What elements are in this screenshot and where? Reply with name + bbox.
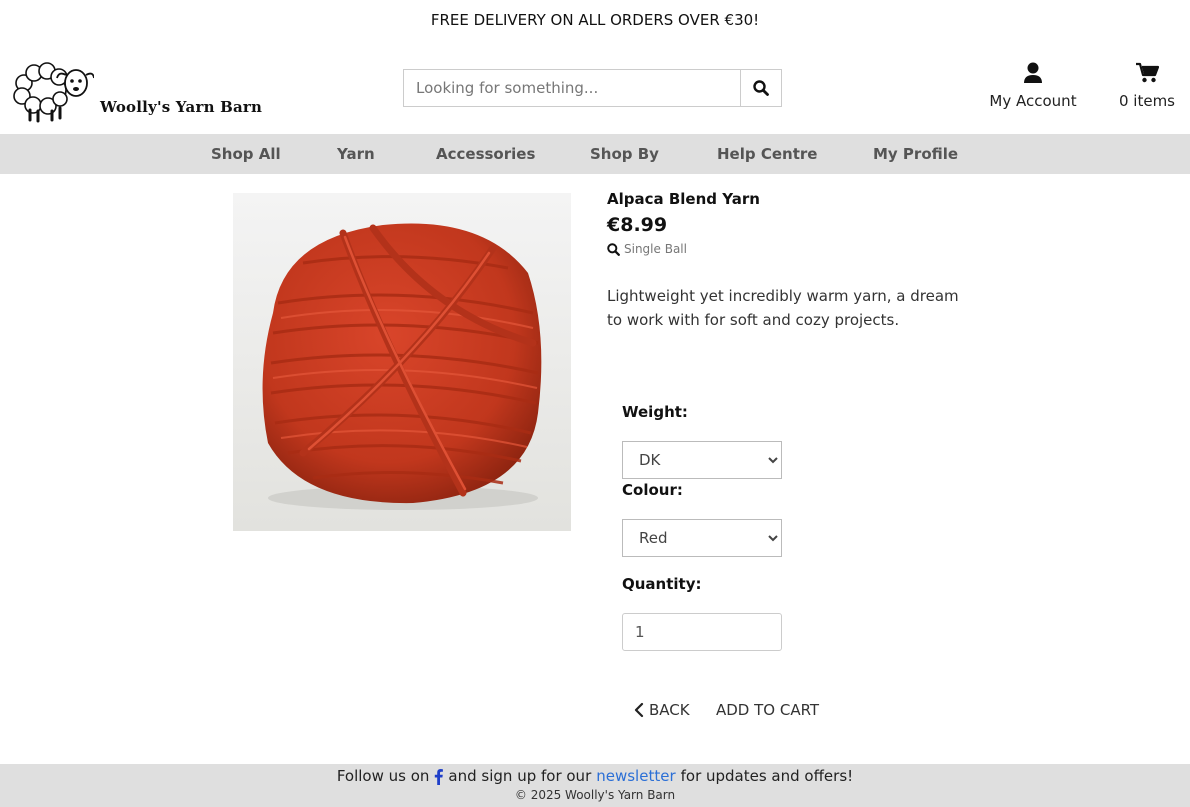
search-input[interactable] bbox=[404, 70, 740, 106]
newsletter-link[interactable]: newsletter bbox=[596, 767, 675, 785]
weight-label: Weight: bbox=[622, 403, 688, 421]
delivery-banner: FREE DELIVERY ON ALL ORDERS OVER €30! bbox=[430, 11, 760, 29]
nav-my-profile[interactable]: My Profile bbox=[873, 134, 958, 174]
product-size: Single Ball bbox=[607, 242, 967, 256]
back-button[interactable]: BACK bbox=[634, 698, 690, 722]
sheep-logo-icon bbox=[13, 62, 95, 123]
product-name: Alpaca Blend Yarn bbox=[607, 190, 760, 208]
site-logo[interactable]: Woolly's Yarn Barn bbox=[12, 56, 272, 124]
copyright-text: © 2025 Woolly's Yarn Barn bbox=[514, 788, 676, 802]
product-details: Alpaca Blend Yarn €8.99 Single Ball Ligh… bbox=[607, 190, 967, 332]
site-header: Woolly's Yarn Barn My Account 0 items bbox=[0, 40, 1190, 134]
site-footer: Follow us on and sign up for our newslet… bbox=[0, 764, 1190, 807]
facebook-icon[interactable] bbox=[434, 768, 444, 785]
nav-shop-all[interactable]: Shop All bbox=[211, 134, 281, 174]
colour-select[interactable]: Red bbox=[622, 519, 782, 557]
follow-middle: and sign up for our bbox=[448, 767, 592, 785]
back-label: BACK bbox=[649, 701, 690, 719]
nav-accessories[interactable]: Accessories bbox=[436, 134, 535, 174]
quantity-input[interactable] bbox=[622, 613, 782, 651]
add-to-cart-button[interactable]: ADD TO CART bbox=[716, 698, 819, 722]
product-image bbox=[233, 193, 571, 531]
nav-yarn[interactable]: Yarn bbox=[337, 134, 375, 174]
search-icon bbox=[753, 80, 769, 96]
product-description: Lightweight yet incredibly warm yarn, a … bbox=[607, 287, 959, 329]
nav-shop-by[interactable]: Shop By bbox=[590, 134, 659, 174]
my-account-label: My Account bbox=[989, 92, 1077, 110]
cart-count-label: 0 items bbox=[1118, 92, 1175, 110]
cart-link[interactable]: 0 items bbox=[1110, 62, 1184, 110]
nav-help-centre[interactable]: Help Centre bbox=[717, 134, 817, 174]
quantity-label: Quantity: bbox=[622, 575, 702, 593]
cart-icon bbox=[1136, 62, 1160, 83]
main-nav: Shop All Yarn Accessories Shop By Help C… bbox=[0, 134, 1190, 174]
follow-prefix: Follow us on bbox=[336, 767, 430, 785]
follow-line: Follow us on and sign up for our newslet… bbox=[0, 767, 1190, 785]
search-icon bbox=[607, 242, 620, 256]
yarn-ball-image bbox=[233, 193, 571, 531]
user-icon bbox=[1024, 62, 1042, 83]
product-size-label: Single Ball bbox=[624, 242, 687, 256]
my-account-link[interactable]: My Account bbox=[980, 62, 1086, 110]
search-button[interactable] bbox=[740, 70, 781, 106]
colour-label: Colour: bbox=[622, 481, 683, 499]
weight-select[interactable]: DK bbox=[622, 441, 782, 479]
follow-suffix: for updates and offers! bbox=[680, 767, 854, 785]
product-price: €8.99 bbox=[607, 214, 668, 236]
search-bar bbox=[403, 69, 782, 107]
chevron-left-icon bbox=[634, 702, 644, 718]
logo-text: Woolly's Yarn Barn bbox=[100, 98, 263, 116]
